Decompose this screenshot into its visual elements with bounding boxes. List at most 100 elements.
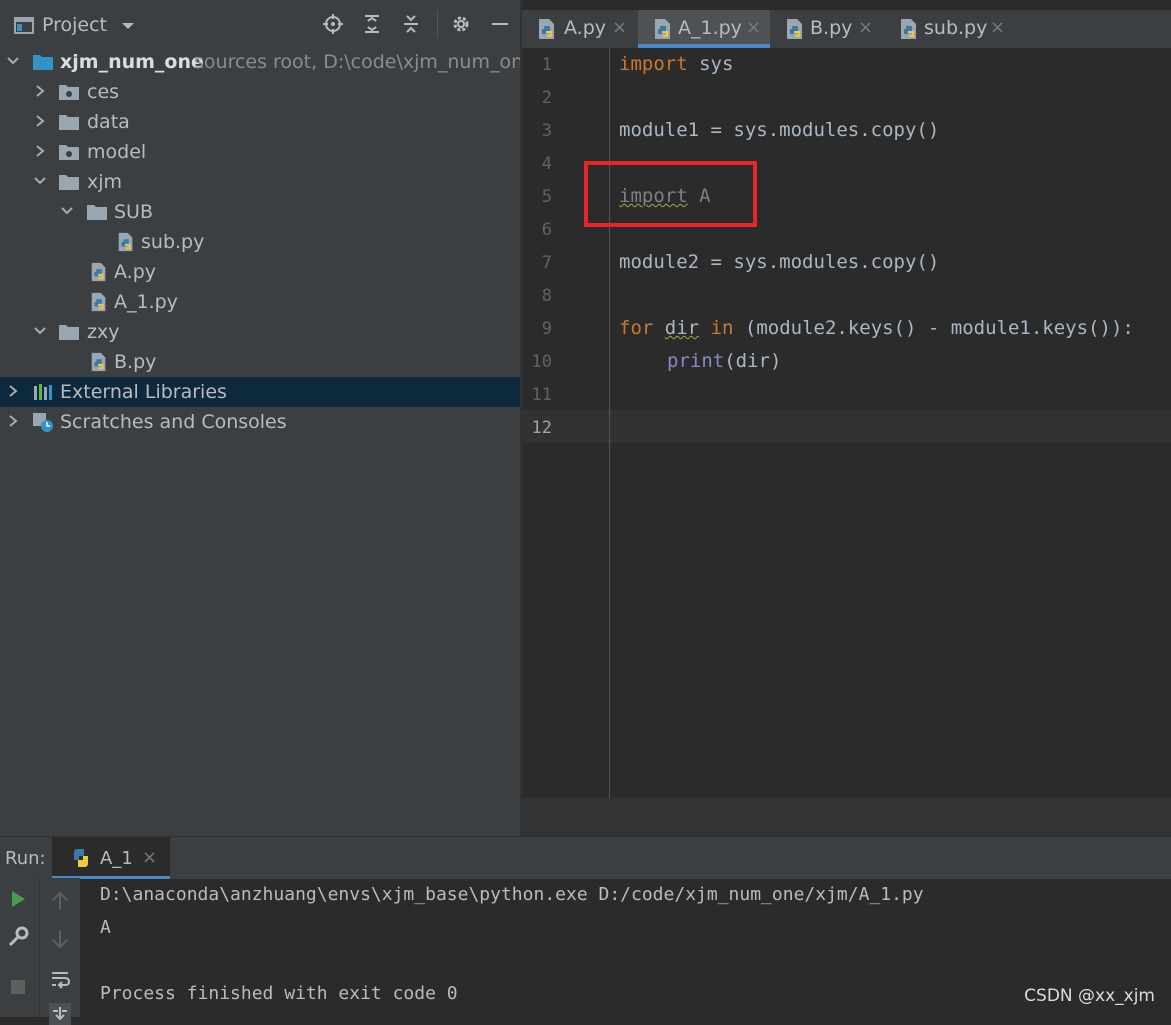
chevron-down-icon[interactable] xyxy=(33,323,47,339)
project-panel: Project xjm_num_one sources root, D:\cod… xyxy=(0,0,535,836)
line-number: 5 xyxy=(541,187,552,207)
close-icon[interactable]: × xyxy=(142,847,157,868)
line-number: 2 xyxy=(541,88,552,108)
line-number: 9 xyxy=(541,319,552,339)
tree-item-ces[interactable]: ces xyxy=(0,77,520,107)
rerun-icon[interactable] xyxy=(7,888,29,910)
run-label: Run: xyxy=(5,848,46,869)
python-file-icon xyxy=(655,19,670,39)
tree-item-a1-py[interactable]: A_1.py xyxy=(0,287,520,317)
tree-item-xjm_num_one[interactable]: xjm_num_one sources root, D:\code\xjm_nu… xyxy=(0,47,535,77)
tree-item-b-py[interactable]: B.py xyxy=(0,347,520,377)
down-arrow-icon[interactable] xyxy=(49,928,71,950)
tree-item-scratches[interactable]: Scratches and Consoles xyxy=(0,407,520,437)
code-text: module1 = sys.modules.copy() xyxy=(619,119,940,141)
chevron-right-icon[interactable] xyxy=(6,383,20,399)
chevron-down-icon[interactable] xyxy=(33,173,47,189)
gear-icon[interactable] xyxy=(451,14,471,34)
tree-item-label: data xyxy=(87,111,130,133)
tree-item-label: A.py xyxy=(114,261,157,283)
close-icon[interactable]: × xyxy=(612,17,627,38)
tree-item-external-libraries[interactable]: External Libraries xyxy=(0,377,520,407)
code-line-9: for dir in (module2.keys() - module1.key… xyxy=(619,317,1134,339)
console-output: A xyxy=(100,917,111,938)
code-text: (dir) xyxy=(724,350,782,372)
console-command: D:\anaconda\anzhuang\envs\xjm_base\pytho… xyxy=(100,884,924,905)
hide-icon[interactable] xyxy=(490,14,510,34)
locate-icon[interactable] xyxy=(323,14,343,34)
close-icon[interactable]: × xyxy=(746,17,761,38)
python-file-icon xyxy=(91,352,106,372)
tree-item-SUB[interactable]: SUB xyxy=(0,197,520,227)
line-number: 6 xyxy=(541,220,552,240)
collapse-all-icon[interactable] xyxy=(401,14,421,34)
chevron-down-icon[interactable] xyxy=(6,53,20,69)
soft-wrap-icon[interactable] xyxy=(49,968,71,990)
tree-item-zxy[interactable]: zxy xyxy=(0,317,520,347)
folder-icon xyxy=(59,325,79,340)
code-text: module2 = sys.modules.copy() xyxy=(619,251,940,273)
python-file-icon xyxy=(91,262,106,282)
tree-item-label: External Libraries xyxy=(60,381,227,403)
tab-a-py[interactable]: A.py × xyxy=(522,10,634,48)
package-folder-icon xyxy=(59,145,79,160)
console-exit-message: Process finished with exit code 0 xyxy=(100,983,458,1004)
code-line-10: print(dir) xyxy=(667,350,781,372)
wrench-icon[interactable] xyxy=(7,926,29,948)
up-arrow-icon[interactable] xyxy=(49,890,71,912)
scroll-to-end-icon[interactable] xyxy=(49,1003,71,1025)
tree-item-label: SUB xyxy=(114,201,154,223)
tree-item-model[interactable]: model xyxy=(0,137,520,167)
scratches-icon xyxy=(33,413,53,432)
tree-item-label: zxy xyxy=(87,321,120,343)
python-file-icon xyxy=(787,19,802,39)
tab-sub-py[interactable]: sub.py × xyxy=(886,10,1014,48)
tree-item-label: A_1.py xyxy=(114,291,178,313)
stop-icon[interactable] xyxy=(7,976,29,998)
current-line-highlight xyxy=(522,410,1171,443)
editor-tabs: A.py × A_1.py × B.py × sub.py × xyxy=(522,10,1171,48)
expand-all-icon[interactable] xyxy=(362,14,382,34)
line-number: 12 xyxy=(531,418,552,438)
chevron-right-icon[interactable] xyxy=(33,83,47,99)
tree-item-suffix: sources root, D:\code\xjm_num_one xyxy=(194,51,535,73)
project-header: Project xyxy=(0,0,520,44)
folder-icon xyxy=(59,115,79,130)
run-header: Run: A_1 × xyxy=(0,836,1171,879)
project-title[interactable]: Project xyxy=(42,14,107,36)
keyword: in xyxy=(710,317,734,339)
close-icon[interactable]: × xyxy=(858,17,873,38)
code-text: (module2.keys() - module1.keys()): xyxy=(733,317,1134,339)
editor-footer xyxy=(522,798,1171,836)
chevron-right-icon[interactable] xyxy=(6,413,20,429)
python-file-icon xyxy=(539,19,554,39)
tree-item-sub-py[interactable]: sub.py xyxy=(0,227,520,257)
run-toolbar xyxy=(0,878,80,1025)
shadowed-builtin: dir xyxy=(664,317,700,339)
tree-item-a-py[interactable]: A.py xyxy=(0,257,520,287)
tree-item-xjm[interactable]: xjm xyxy=(0,167,520,197)
project-window-icon[interactable] xyxy=(14,16,34,36)
line-number: 4 xyxy=(541,154,552,174)
chevron-down-icon[interactable] xyxy=(120,18,136,34)
tab-b-py[interactable]: B.py × xyxy=(772,10,882,48)
tree-item-data[interactable]: data xyxy=(0,107,520,137)
folder-icon xyxy=(59,175,79,190)
line-number: 7 xyxy=(541,253,552,273)
tab-label: A.py xyxy=(564,17,607,39)
python-icon xyxy=(74,849,88,867)
code-line-7: module2 = sys.modules.copy() xyxy=(619,251,939,273)
run-panel: Run: A_1 × D:\anaconda\anzhuang\envs\xjm… xyxy=(0,836,1171,1025)
line-number: 11 xyxy=(531,385,552,405)
chevron-right-icon[interactable] xyxy=(33,143,47,159)
keyword: import xyxy=(619,53,688,75)
tab-a1-py[interactable]: A_1.py × xyxy=(638,10,770,48)
close-icon[interactable]: × xyxy=(990,17,1005,38)
chevron-down-icon[interactable] xyxy=(60,203,74,219)
chevron-right-icon[interactable] xyxy=(33,113,47,129)
tree-item-label: ces xyxy=(87,81,120,103)
run-tab-a1[interactable]: A_1 × xyxy=(52,837,170,879)
header-divider xyxy=(437,10,438,38)
package-folder-icon xyxy=(59,85,79,100)
keyword: for xyxy=(619,317,654,339)
